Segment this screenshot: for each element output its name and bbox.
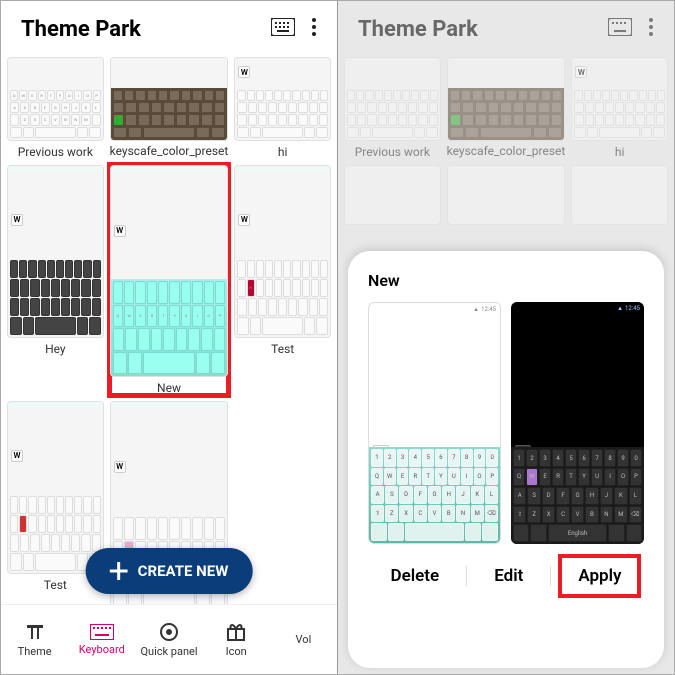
more-icon [648,17,654,41]
preview-light: ▲12:45 W 1234567890QWERTYUIOPASDFGHJKL⇧Z… [368,302,501,544]
apply-button[interactable]: Apply [560,556,639,596]
keyboard-icon [608,18,632,40]
more-icon[interactable] [311,17,317,41]
theme-label: Test [271,342,294,356]
divider [466,566,467,586]
header: Theme Park [1,1,337,57]
delete-button[interactable]: Delete [373,556,458,596]
gear-icon [159,622,179,642]
header: Theme Park [338,1,674,57]
create-new-button[interactable]: CREATE NEW [86,548,253,594]
theme-item[interactable]: W Hey [7,165,104,395]
theme-item[interactable]: W hi [234,57,331,159]
plus-icon [110,562,128,580]
gift-icon [226,622,246,642]
theme-item[interactable]: QWERTYUIOPASDFGHJKLZXCVBNM Previous work [7,57,104,159]
theme-item[interactable]: keyscafe_color_preset [110,57,229,159]
bottom-nav: Theme Keyboard Quick panel Icon Vol [1,604,337,674]
theme-grid-dimmed: Previous work keyscafe_color_preset Whi [338,57,674,225]
sheet-title: New [368,271,644,290]
theme-label: keyscafe_color_preset [110,145,229,158]
nav-keyboard[interactable]: Keyboard [68,605,135,674]
theme-item[interactable]: WW Test [234,165,331,395]
nav-icon[interactable]: Icon [203,605,270,674]
theme-label: Previous work [18,145,93,159]
nav-volume[interactable]: Vol [270,605,337,674]
theme-icon [25,622,45,642]
theme-label: hi [278,145,288,159]
preview-dark: ▲12:45 W 1234567890QWERTYUIOPASDFGHJKL⇧Z… [511,302,644,544]
bottom-sheet: New ▲12:45 W 1234567890QWERTYUIOPASDFGHJ… [348,251,664,668]
keyboard-icon[interactable] [271,18,295,40]
app-title: Theme Park [21,17,141,42]
divider [550,566,551,586]
theme-label: New [157,381,181,395]
nav-theme[interactable]: Theme [1,605,68,674]
theme-label: Hey [45,342,66,356]
keyboard-icon [90,624,114,640]
nav-quick-panel[interactable]: Quick panel [135,605,202,674]
theme-item[interactable]: W Test [7,401,104,631]
app-title: Theme Park [358,17,478,42]
edit-button[interactable]: Edit [476,556,541,596]
theme-item[interactable]: W A [110,401,229,631]
theme-grid: QWERTYUIOPASDFGHJKLZXCVBNM Previous work… [1,57,337,631]
theme-item-selected[interactable]: WQWERTYUIOP New [110,165,229,395]
theme-label: Test [44,578,67,592]
